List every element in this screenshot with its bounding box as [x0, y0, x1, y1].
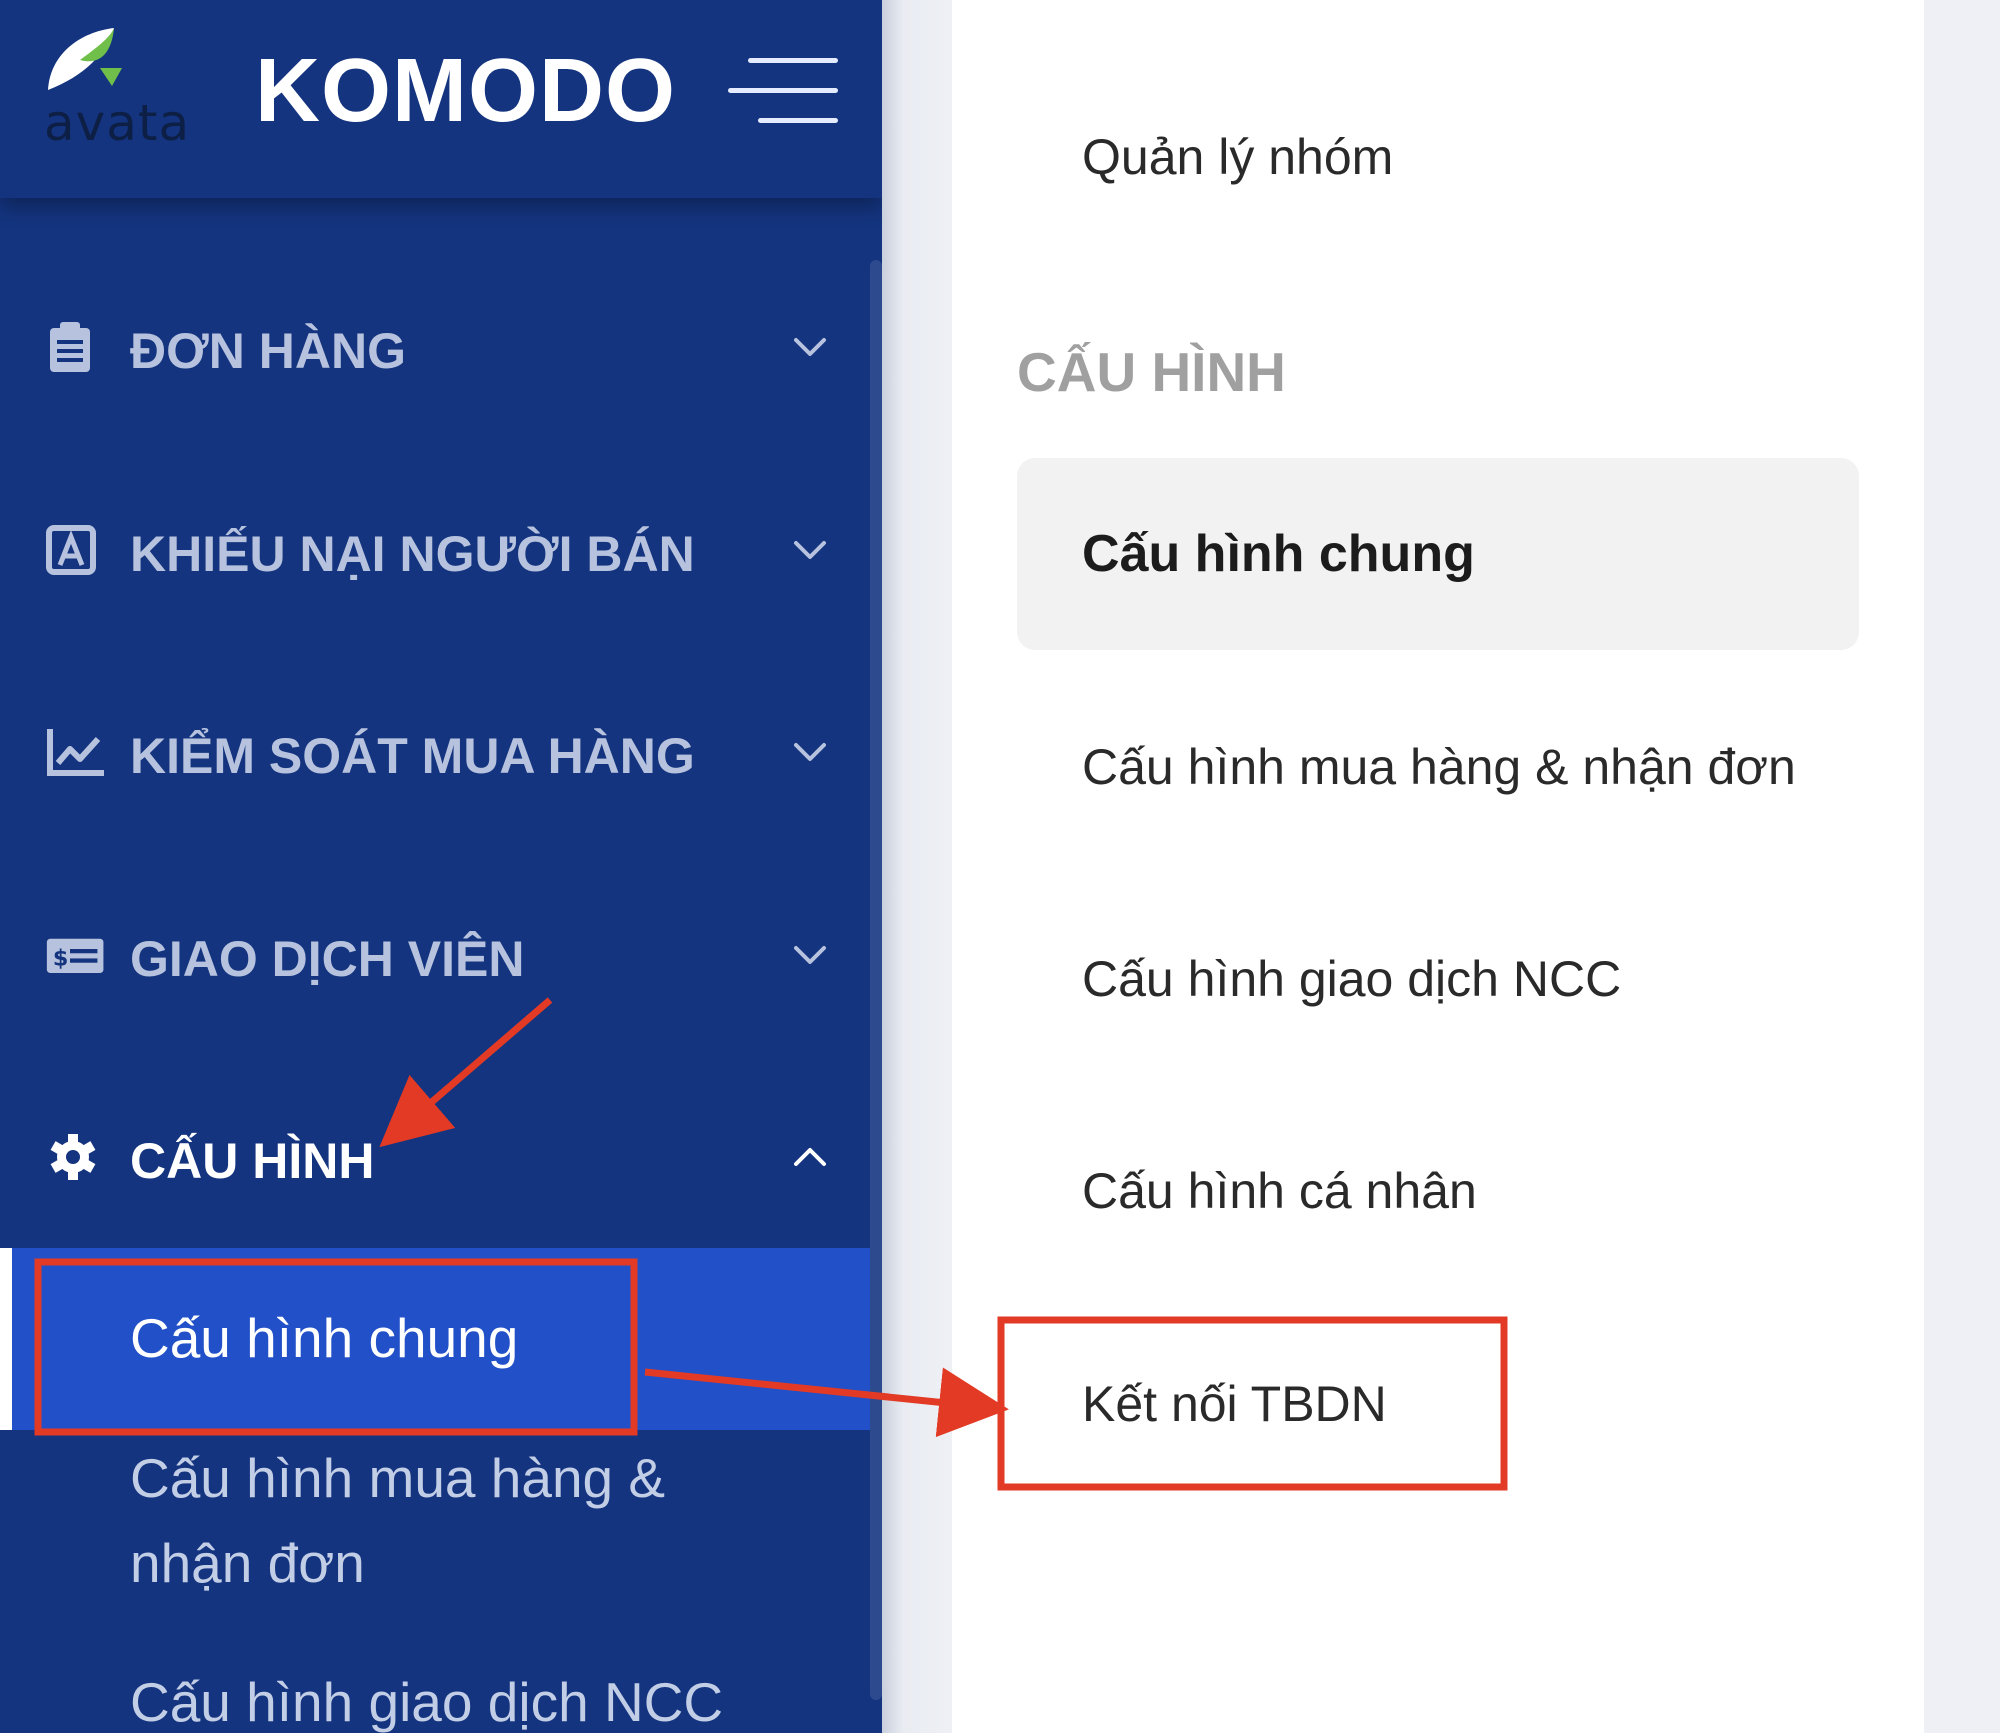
submenu-item-supplier-settings[interactable]: Cấu hình giao dịch NCC [130, 1660, 723, 1733]
logo-leaf-icon [48, 28, 122, 90]
panel-item-tbdn-connection[interactable]: Kết nối TBDN [1082, 1375, 1387, 1433]
panel-shadow [882, 0, 952, 1733]
gear-icon [50, 1134, 96, 1180]
sidebar-scrollbar[interactable] [870, 260, 882, 1700]
page-background-edge [1924, 0, 2000, 1733]
clipboard-icon [50, 322, 90, 372]
menu-item-traders[interactable]: $ GIAO DỊCH VIÊN [0, 910, 870, 1000]
chevron-down-icon [794, 946, 826, 964]
submenu-item-purchase-settings[interactable]: Cấu hình mua hàng & nhận đơn [130, 1436, 665, 1606]
sidebar-header: avata KOMODO [0, 0, 882, 198]
menu-label-orders: ĐƠN HÀNG [130, 323, 406, 379]
panel-item-purchase-settings[interactable]: Cấu hình mua hàng & nhận đơn [1082, 738, 1796, 796]
menu-item-orders[interactable]: ĐƠN HÀNG [0, 302, 870, 392]
settings-panel: Quản lý nhóm CẤU HÌNH Cấu hình chung Cấu… [952, 0, 1924, 1733]
menu-item-settings[interactable]: CẤU HÌNH [0, 1112, 870, 1202]
menu-item-seller-complaints[interactable]: KHIẾU NẠI NGƯỜI BÁN [0, 505, 870, 595]
complaint-icon [46, 525, 96, 575]
chevron-up-icon [794, 1148, 826, 1166]
panel-item-general-settings[interactable]: Cấu hình chung [1017, 458, 1859, 650]
panel-item-personal-settings[interactable]: Cấu hình cá nhân [1082, 1162, 1477, 1220]
menu-label-settings: CẤU HÌNH [130, 1133, 375, 1189]
menu-item-purchase-control[interactable]: KIỂM SOÁT MUA HÀNG [0, 707, 870, 797]
submenu-label-line2: nhận đơn [130, 1532, 365, 1594]
sidebar: avata KOMODO ĐƠN HÀNG KHIẾU NẠI NGƯỜI BÁ… [0, 0, 882, 1733]
brand-title: KOMODO [255, 41, 676, 141]
panel-section-title: CẤU HÌNH [1017, 341, 1286, 403]
submenu-item-general-settings[interactable]: Cấu hình chung [130, 1296, 518, 1381]
chevron-down-icon [794, 541, 826, 559]
menu-label-purchase-control: KIỂM SOÁT MUA HÀNG [130, 728, 695, 784]
menu-toggle-icon[interactable] [728, 58, 838, 128]
menu-label-traders: GIAO DỊCH VIÊN [130, 931, 525, 987]
submenu-label-line1: Cấu hình mua hàng & [130, 1447, 666, 1509]
chevron-down-icon [794, 743, 826, 761]
svg-text:$: $ [53, 945, 68, 971]
money-card-icon: $ [46, 938, 104, 973]
panel-item-supplier-settings[interactable]: Cấu hình giao dịch NCC [1082, 950, 1621, 1008]
menu-label-seller-complaints: KHIẾU NẠI NGƯỜI BÁN [130, 526, 695, 582]
submenu-active-indicator [0, 1248, 12, 1430]
panel-item-label: Cấu hình chung [1082, 525, 1475, 583]
chart-line-icon [47, 729, 104, 776]
logo-text: avata [44, 94, 191, 152]
panel-item-group-management[interactable]: Quản lý nhóm [1082, 128, 1393, 186]
avata-logo[interactable]: avata [40, 24, 190, 164]
chevron-down-icon [794, 338, 826, 356]
